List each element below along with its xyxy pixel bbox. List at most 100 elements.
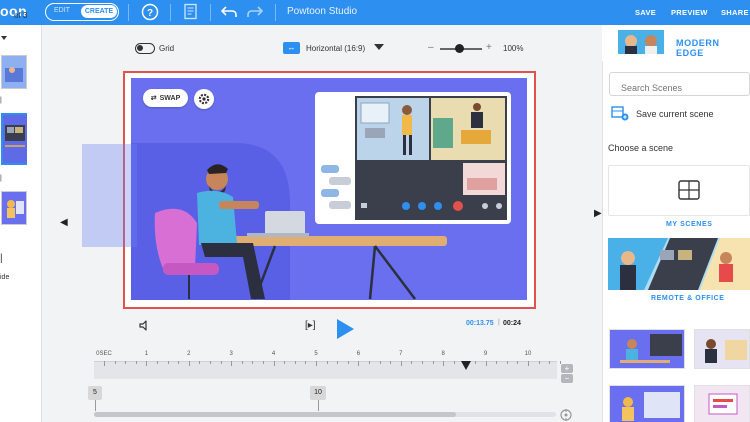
save-current-scene-button[interactable]: Save current scene bbox=[636, 109, 714, 119]
save-scene-icon[interactable] bbox=[611, 105, 629, 126]
timeline-tick-label: 3 bbox=[229, 351, 233, 357]
svg-text:?: ? bbox=[147, 8, 153, 19]
timeline-tick bbox=[443, 361, 445, 366]
help-icon[interactable]: ? bbox=[140, 2, 160, 22]
timeline-tick-label: 7 bbox=[399, 351, 403, 357]
timeline-scrollbar-thumb[interactable] bbox=[94, 412, 456, 417]
timeline-tick-label: 9 bbox=[483, 351, 488, 357]
scene-stage[interactable] bbox=[123, 71, 536, 309]
collapse-panel-arrow-icon[interactable]: ▶ bbox=[594, 208, 602, 219]
previous-slide-arrow-icon[interactable]: ◀ bbox=[60, 217, 68, 228]
zoom-level: 100% bbox=[503, 44, 524, 53]
timeline-tick bbox=[199, 361, 201, 364]
grid-label: Grid bbox=[159, 44, 175, 53]
edit-create-toggle[interactable]: EDIT CREATE bbox=[45, 3, 119, 21]
timeline-tick bbox=[347, 361, 349, 364]
timeline-tick bbox=[528, 361, 529, 366]
my-scenes-label[interactable]: MY SCENES bbox=[666, 221, 713, 228]
timeline-tick bbox=[157, 361, 158, 364]
timeline-tick bbox=[496, 361, 498, 364]
timeline-marker-5[interactable]: 5 bbox=[88, 386, 102, 400]
orientation-select[interactable]: Horizontal (16:9) bbox=[306, 44, 365, 53]
redo-icon[interactable] bbox=[245, 2, 265, 22]
timeline-tick bbox=[379, 361, 381, 364]
marker-line bbox=[318, 400, 319, 411]
scene-illustration bbox=[131, 78, 527, 300]
top-bar: oon EDIT CREATE ? Powtoon Studio SAVE PR… bbox=[0, 0, 750, 25]
toolbar-divider bbox=[170, 4, 171, 21]
play-frame-button[interactable]: [▸] bbox=[305, 320, 316, 331]
timeline-tick bbox=[178, 361, 180, 364]
timeline-tick bbox=[167, 361, 169, 364]
playhead-marker[interactable] bbox=[461, 361, 471, 370]
timeline-tick bbox=[358, 361, 360, 366]
timeline-ruler[interactable] bbox=[94, 361, 557, 379]
style-name[interactable]: MODERN EDGE bbox=[676, 38, 750, 58]
preview-button[interactable]: PREVIEW bbox=[671, 8, 708, 17]
notes-icon[interactable] bbox=[181, 2, 201, 22]
swap-label: SWAP bbox=[159, 94, 181, 102]
timeline-tick-label: 5 bbox=[314, 351, 318, 357]
timeline-tick bbox=[305, 361, 307, 364]
search-scenes-input[interactable] bbox=[609, 72, 750, 96]
play-button[interactable] bbox=[335, 318, 355, 345]
timeline-marker-10[interactable]: 10 bbox=[310, 386, 326, 400]
timeline-tick bbox=[432, 361, 434, 364]
slide-divider-mark: | bbox=[0, 175, 2, 182]
timeline-tick bbox=[231, 361, 233, 366]
sidebar-toggle-label[interactable]: ide bbox=[0, 274, 9, 281]
zoom-slider-handle[interactable] bbox=[455, 44, 464, 53]
timeline-tick bbox=[210, 361, 211, 364]
scene-thumbnail[interactable] bbox=[609, 385, 685, 422]
timeline-tick bbox=[252, 361, 254, 364]
orientation-icon[interactable]: ↔ bbox=[283, 42, 300, 54]
timeline-tick bbox=[517, 361, 519, 364]
timeline-tick bbox=[422, 361, 423, 364]
share-button[interactable]: SHARE bbox=[721, 8, 749, 17]
total-time: 00:24 bbox=[503, 320, 521, 327]
time-separator: | bbox=[498, 319, 500, 326]
timeline-tick bbox=[549, 361, 551, 364]
target-icon[interactable] bbox=[560, 408, 572, 422]
timeline-tick bbox=[284, 361, 286, 364]
remote-office-label[interactable]: REMOTE & OFFICE bbox=[651, 295, 725, 302]
toolbar-divider bbox=[128, 4, 129, 21]
mode-create[interactable]: CREATE bbox=[81, 5, 117, 18]
timeline-tick-label: 1 bbox=[144, 351, 149, 357]
timeline-tick bbox=[104, 361, 105, 366]
timeline-zoom-in-button[interactable]: + bbox=[561, 364, 573, 373]
scene-thumbnail[interactable] bbox=[694, 385, 750, 422]
timeline-tick bbox=[453, 361, 455, 364]
timeline-tick bbox=[506, 361, 508, 364]
timeline-zoom-out-button[interactable]: − bbox=[561, 374, 573, 383]
style-thumbnail[interactable] bbox=[618, 30, 664, 54]
mode-edit[interactable]: EDIT bbox=[54, 7, 70, 14]
volume-icon[interactable] bbox=[139, 318, 150, 336]
gear-icon[interactable] bbox=[194, 89, 214, 109]
scene-thumbnail[interactable] bbox=[694, 329, 750, 369]
timeline-tick bbox=[273, 361, 275, 366]
timeline-tick bbox=[475, 361, 476, 364]
timeline-tick bbox=[241, 361, 243, 364]
zoom-in-icon[interactable]: + bbox=[486, 42, 492, 53]
timeline-tick bbox=[135, 361, 137, 364]
choose-scene-heading: Choose a scene bbox=[608, 143, 674, 153]
save-button[interactable]: SAVE bbox=[635, 8, 656, 17]
project-title[interactable]: Powtoon Studio bbox=[287, 6, 357, 17]
undo-icon[interactable] bbox=[219, 2, 239, 22]
grid-toggle[interactable] bbox=[135, 43, 155, 54]
caret-down-icon[interactable] bbox=[1, 36, 7, 40]
ghost-shape-overlay bbox=[82, 144, 137, 247]
chevron-down-icon[interactable] bbox=[374, 44, 384, 50]
remote-office-card[interactable] bbox=[608, 238, 750, 290]
timeline-tick bbox=[400, 361, 402, 366]
slide-thumbnail-2[interactable] bbox=[1, 113, 27, 165]
slide-divider-mark: | bbox=[0, 253, 3, 264]
slide-thumbnail-1[interactable] bbox=[1, 55, 27, 89]
timeline-tick-label: 4 bbox=[271, 351, 276, 357]
scene-thumbnail[interactable] bbox=[609, 329, 685, 369]
timeline-tick bbox=[369, 361, 370, 364]
zoom-out-icon[interactable]: – bbox=[428, 42, 434, 53]
slide-thumbnail-3[interactable] bbox=[1, 191, 27, 225]
swap-button[interactable]: ⇄ SWAP bbox=[143, 89, 188, 107]
